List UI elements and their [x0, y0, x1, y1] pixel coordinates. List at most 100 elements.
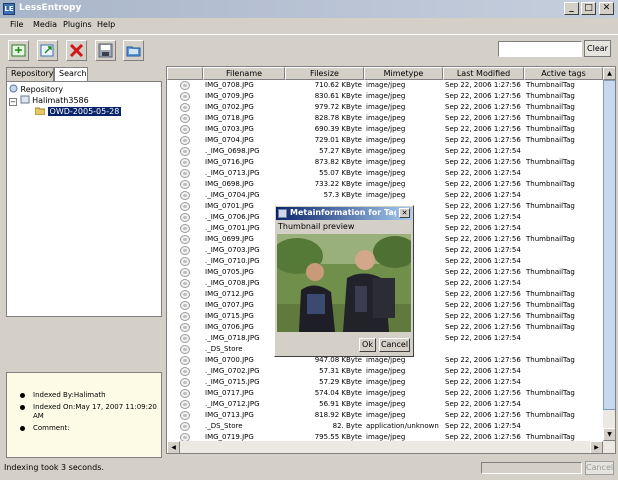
column-mimetype[interactable]: Mimetype	[364, 67, 443, 80]
add-folder-button[interactable]	[8, 40, 29, 61]
cell-filename: ._DS_Store	[205, 422, 243, 430]
cell-filename: ._IMG_0715.JPG	[205, 378, 260, 386]
save-button[interactable]	[95, 40, 116, 61]
menu-media[interactable]: Media	[33, 20, 57, 29]
column-filename[interactable]: Filename	[203, 67, 285, 80]
open-folder-icon	[126, 46, 141, 57]
maximize-button[interactable]: □	[581, 2, 596, 15]
table-row[interactable]: IMG_0708.JPG 710.62 KByte image/jpeg Sep 22…	[167, 80, 603, 91]
file-icon	[180, 257, 190, 266]
table-row[interactable]: ._IMG_0713.JPG 55.07 KByte image/jpeg Sep 2…	[167, 168, 603, 179]
cell-last-modified: Sep 22, 2006 1:27:56 PM	[445, 356, 523, 364]
dialog-close-button[interactable]: ✕	[399, 208, 410, 218]
table-row[interactable]: IMG_0713.JPG 818.92 KByte image/jpeg Sep 22…	[167, 410, 603, 421]
cell-active-tags: ThumbnailTag	[526, 356, 575, 364]
file-icon	[180, 103, 190, 112]
file-icon	[180, 356, 190, 365]
cell-filesize: 830.61 KByte	[314, 92, 362, 100]
dialog-title: Metainformation for Tag T...	[290, 208, 396, 217]
delete-button[interactable]	[66, 40, 87, 61]
clear-button[interactable]: Clear	[584, 40, 611, 57]
table-row[interactable]: ._IMG_0704.JPG 57.3 KByte image/jpeg Sep 22…	[167, 190, 603, 201]
table-row[interactable]: ._IMG_0702.JPG 57.31 KByte image/jpeg Sep 2…	[167, 366, 603, 377]
scroll-left-icon[interactable]: ◀	[167, 441, 180, 453]
file-icon	[180, 125, 190, 134]
cell-filename: ._IMG_0702.JPG	[205, 367, 260, 375]
scroll-up-icon[interactable]: ▲	[603, 67, 615, 80]
file-icon	[180, 389, 190, 398]
cell-last-modified: Sep 22, 2006 1:27:56 PM	[445, 125, 523, 133]
scroll-right-icon[interactable]: ▶	[590, 441, 603, 453]
cell-active-tags: ThumbnailTag	[526, 389, 575, 397]
cell-filename: IMG_0706.JPG	[205, 323, 254, 331]
tab-search[interactable]: Search	[54, 67, 88, 81]
horizontal-scrollbar[interactable]: ◀ ▶	[167, 441, 615, 453]
table-row[interactable]: ._IMG_0715.JPG 57.29 KByte image/jpeg Sep 2…	[167, 377, 603, 388]
table-row[interactable]: ._IMG_0712.JPG 56.91 KByte image/jpeg Sep 2…	[167, 399, 603, 410]
table-row[interactable]: IMG_0716.JPG 873.82 KByte image/jpeg Sep 22…	[167, 157, 603, 168]
scroll-thumb[interactable]	[603, 80, 615, 410]
file-icon	[180, 180, 190, 189]
cell-filename: ._IMG_0718.JPG	[205, 334, 260, 342]
tree-root[interactable]: Repository	[9, 84, 63, 94]
cell-mimetype: image/jpeg	[366, 136, 406, 144]
column-active-tags[interactable]: Active tags	[524, 67, 603, 80]
user-repository-icon	[20, 95, 30, 104]
cell-filename: IMG_0704.JPG	[205, 136, 254, 144]
table-row[interactable]: ._DS_Store 82. Byte application/unknown Sep…	[167, 421, 603, 432]
cell-filename: ._IMG_0701.JPG	[205, 224, 260, 232]
menu-plugins[interactable]: Plugins	[63, 20, 92, 29]
cell-active-tags: ThumbnailTag	[526, 158, 575, 166]
table-row[interactable]: IMG_0709.JPG 830.61 KByte image/jpeg Sep 22…	[167, 91, 603, 102]
column-filesize[interactable]: Filesize	[285, 67, 364, 80]
info-comment: Comment:	[19, 424, 159, 433]
refresh-button[interactable]	[37, 40, 58, 61]
cell-filename: IMG_0709.JPG	[205, 92, 254, 100]
close-button[interactable]: ✕	[599, 2, 614, 15]
metainformation-dialog: Metainformation for Tag T... ✕ Thumbnail…	[274, 205, 414, 357]
status-cancel-button[interactable]: Cancel	[585, 461, 614, 475]
table-row[interactable]: IMG_0704.JPG 729.01 KByte image/jpeg Sep 22…	[167, 135, 603, 146]
minimize-button[interactable]: _	[564, 2, 579, 15]
info-indexed-by: Indexed By:Halimath	[19, 391, 159, 400]
cell-filesize: 57.3 KByte	[323, 191, 362, 199]
save-icon	[98, 43, 113, 58]
table-row[interactable]: ._IMG_0698.JPG 57.27 KByte image/jpeg Sep 2…	[167, 146, 603, 157]
tree-leaf-owd[interactable]: OWD-2005-05-28	[34, 106, 122, 116]
app-icon: LE	[3, 3, 15, 15]
cell-last-modified: Sep 22, 2006 1:27:56 PM	[445, 81, 523, 89]
menu-help[interactable]: Help	[97, 20, 115, 29]
cell-last-modified: Sep 22, 2006 1:27:54 PM	[445, 147, 523, 155]
column-last-modified[interactable]: Last Modified	[443, 67, 524, 80]
column-icon[interactable]	[167, 67, 203, 80]
cell-filesize: 733.22 KByte	[314, 180, 362, 188]
menu-file[interactable]: File	[10, 20, 23, 29]
tree-node-halimath[interactable]: − Halimath3586	[9, 95, 89, 106]
collapse-icon[interactable]: −	[9, 98, 17, 106]
open-folder-button[interactable]	[123, 40, 144, 61]
dialog-ok-button[interactable]: Ok	[359, 338, 376, 352]
cell-last-modified: Sep 22, 2006 1:27:56 PM	[445, 312, 523, 320]
file-icon	[180, 367, 190, 376]
cell-last-modified: Sep 22, 2006 1:27:54 PM	[445, 422, 523, 430]
vertical-scrollbar[interactable]: ▲ ▼	[603, 67, 615, 441]
file-icon	[180, 345, 190, 354]
progress-bar	[481, 462, 582, 474]
table-row[interactable]: IMG_0702.JPG 979.72 KByte image/jpeg Sep 22…	[167, 102, 603, 113]
cell-active-tags: ThumbnailTag	[526, 81, 575, 89]
table-row[interactable]: IMG_0717.JPG 574.04 KByte image/jpeg Sep 22…	[167, 388, 603, 399]
cell-last-modified: Sep 22, 2006 1:27:54 PM	[445, 367, 523, 375]
tab-repository[interactable]: Repository	[6, 67, 54, 81]
cell-active-tags: ThumbnailTag	[526, 323, 575, 331]
table-row[interactable]: IMG_0703.JPG 690.39 KByte image/jpeg Sep 22…	[167, 124, 603, 135]
scroll-down-icon[interactable]: ▼	[603, 428, 615, 441]
search-input[interactable]	[498, 41, 582, 57]
table-row[interactable]: IMG_0718.JPG 828.78 KByte image/jpeg Sep 22…	[167, 113, 603, 124]
dialog-cancel-button[interactable]: Cancel	[379, 338, 410, 352]
cell-filesize: 818.92 KByte	[314, 411, 362, 419]
cell-active-tags: ThumbnailTag	[526, 103, 575, 111]
table-row[interactable]: IMG_0698.JPG 733.22 KByte image/jpeg Sep 22…	[167, 179, 603, 190]
cell-active-tags: ThumbnailTag	[526, 290, 575, 298]
cell-last-modified: Sep 22, 2006 1:27:54 PM	[445, 224, 523, 232]
cell-filename: IMG_0702.JPG	[205, 103, 254, 111]
